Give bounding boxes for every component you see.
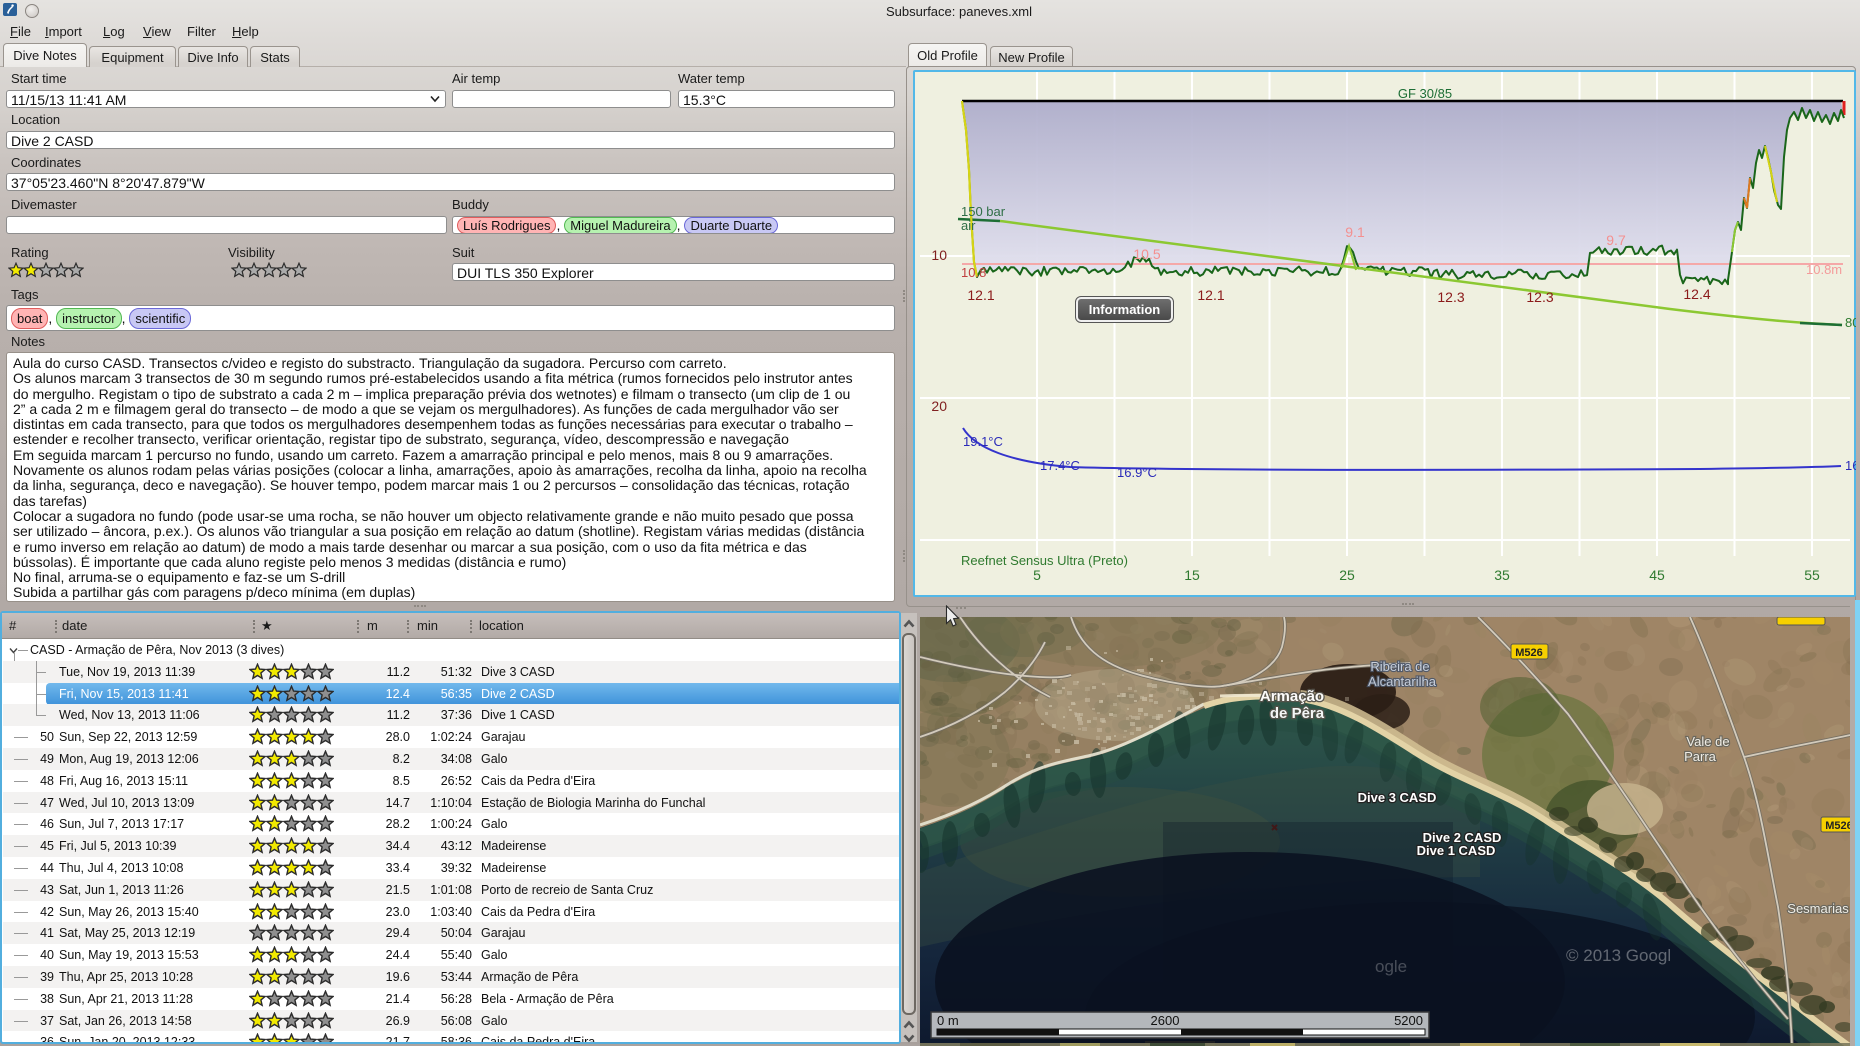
svg-text:55: 55: [1804, 567, 1820, 583]
svg-text:45: 45: [1649, 567, 1665, 583]
svg-text:12.1: 12.1: [1197, 287, 1224, 303]
svg-text:9.1: 9.1: [1345, 224, 1365, 240]
svg-text:air: air: [961, 218, 976, 233]
svg-text:19.1°C: 19.1°C: [963, 434, 1003, 449]
svg-text:9.7: 9.7: [1606, 232, 1626, 248]
svg-text:Dive 1 CASD: Dive 1 CASD: [1417, 843, 1496, 858]
svg-text:12.3: 12.3: [1437, 289, 1464, 305]
svg-text:20: 20: [931, 398, 947, 414]
svg-text:5: 5: [1033, 567, 1041, 583]
svg-text:10.8m: 10.8m: [1806, 262, 1842, 277]
svg-text:0 m: 0 m: [937, 1013, 959, 1028]
svg-text:Dive 3 CASD: Dive 3 CASD: [1358, 790, 1437, 805]
svg-text:150 bar: 150 bar: [961, 204, 1006, 219]
svg-text:17.4°C: 17.4°C: [1040, 458, 1080, 473]
svg-text:Sesmarias: Sesmarias: [1787, 901, 1849, 916]
svg-text:2600: 2600: [1151, 1013, 1180, 1028]
svg-text:80: 80: [1845, 315, 1856, 330]
svg-text:35: 35: [1494, 567, 1510, 583]
svg-text:M526: M526: [1515, 647, 1543, 659]
svg-text:de Pêra: de Pêra: [1270, 705, 1325, 722]
svg-text:© 2013 Googl: © 2013 Googl: [1566, 946, 1671, 965]
svg-text:10.5: 10.5: [1133, 246, 1160, 262]
svg-text:GF 30/85: GF 30/85: [1398, 86, 1452, 101]
svg-text:Ribeira de: Ribeira de: [1370, 659, 1429, 674]
svg-text:16.9°C: 16.9°C: [1117, 465, 1157, 480]
svg-text:12.4: 12.4: [1683, 286, 1710, 302]
svg-text:Vale de: Vale de: [1686, 734, 1729, 749]
svg-text:ogle: ogle: [1375, 957, 1407, 976]
svg-text:5200: 5200: [1394, 1013, 1423, 1028]
svg-text:Parra: Parra: [1684, 749, 1717, 764]
svg-text:10.8: 10.8: [961, 265, 986, 280]
svg-text:12.1: 12.1: [967, 287, 994, 303]
svg-text:25: 25: [1339, 567, 1355, 583]
svg-text:12.3: 12.3: [1526, 289, 1553, 305]
svg-text:15: 15: [1184, 567, 1200, 583]
svg-text:16: 16: [1845, 458, 1856, 473]
svg-text:Alcantarilha: Alcantarilha: [1368, 674, 1437, 689]
svg-text:Reefnet Sensus Ultra (Preto): Reefnet Sensus Ultra (Preto): [961, 553, 1128, 568]
svg-text:M526: M526: [1825, 820, 1853, 832]
svg-text:Armação: Armação: [1260, 688, 1324, 705]
svg-text:10: 10: [931, 247, 947, 263]
